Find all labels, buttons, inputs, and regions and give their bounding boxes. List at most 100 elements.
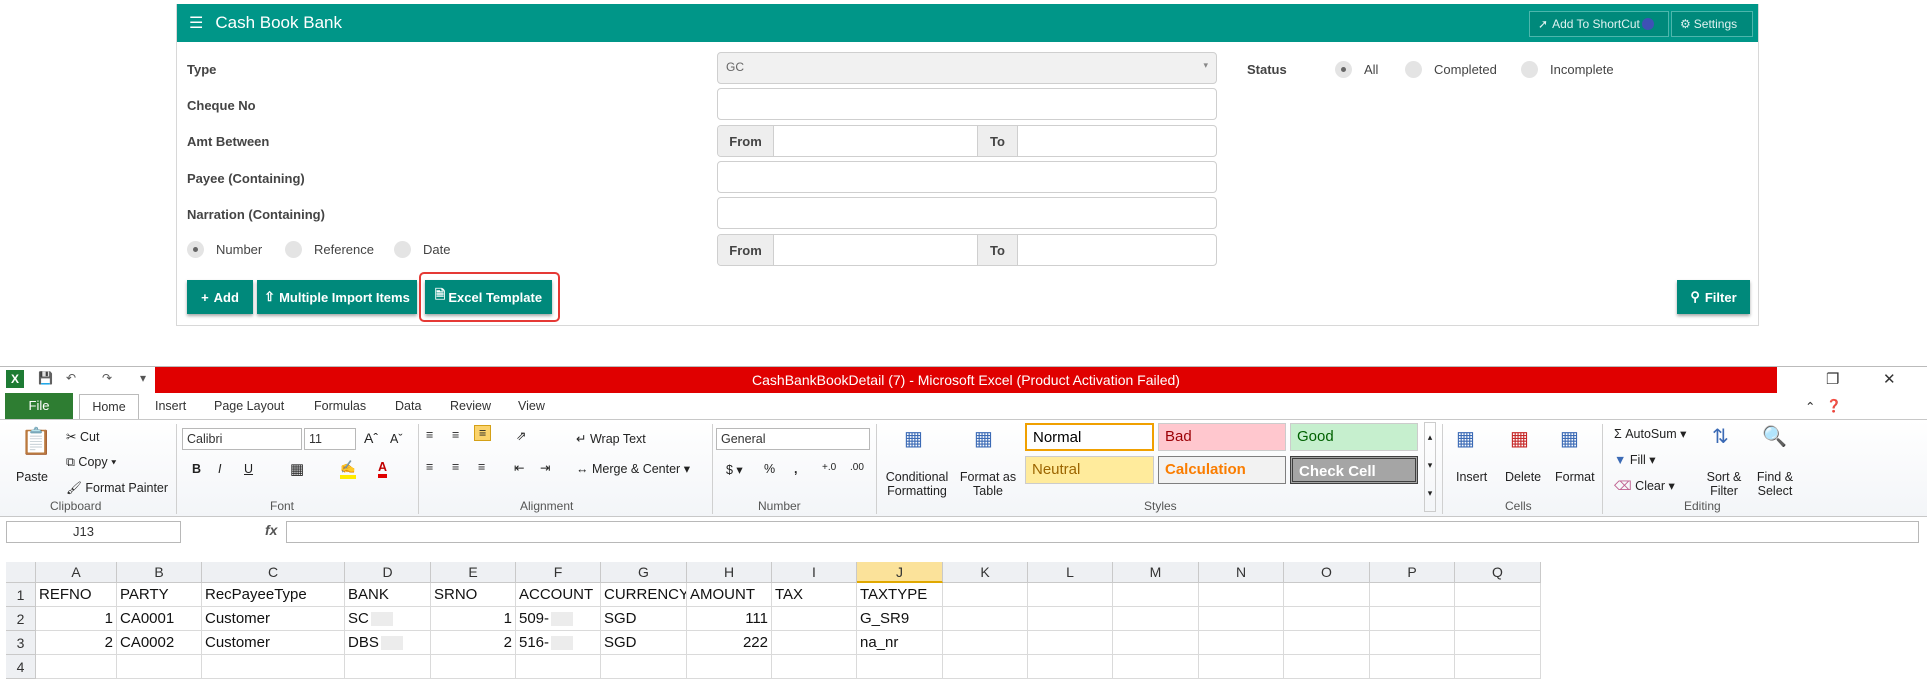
radio-date[interactable]: Date: [394, 241, 450, 258]
cell-E3[interactable]: 2: [431, 631, 516, 655]
cell-L3[interactable]: [1028, 631, 1113, 655]
bold-button[interactable]: B: [192, 462, 201, 476]
conditional-formatting-button[interactable]: Conditional Formatting: [884, 470, 950, 498]
style-check-cell[interactable]: Check Cell: [1290, 456, 1418, 484]
cell-E1[interactable]: SRNO: [431, 583, 516, 607]
align-top-icon[interactable]: ≡: [426, 428, 433, 442]
radio-reference[interactable]: Reference: [285, 241, 374, 258]
insert-button[interactable]: Insert: [1456, 470, 1487, 484]
cell-F3[interactable]: 516-: [516, 631, 601, 655]
style-good[interactable]: Good: [1290, 423, 1418, 451]
wrap-text-button[interactable]: ↵ Wrap Text: [576, 431, 646, 446]
orientation-icon[interactable]: ⇗: [516, 428, 526, 443]
help-icon[interactable]: ❓: [1826, 399, 1842, 414]
cell-M4[interactable]: [1113, 655, 1199, 679]
currency-icon[interactable]: $ ▾: [726, 462, 743, 477]
cell-Q4[interactable]: [1455, 655, 1541, 679]
copy-button[interactable]: ⧉ Copy ▾: [66, 455, 116, 470]
customize-qat-icon[interactable]: ▾: [140, 371, 146, 385]
cut-button[interactable]: ✂ Cut: [66, 429, 99, 444]
column-header-h[interactable]: H: [687, 562, 772, 583]
style-neutral[interactable]: Neutral: [1025, 456, 1154, 484]
cell-J3[interactable]: na_nr: [857, 631, 943, 655]
cell-N1[interactable]: [1199, 583, 1284, 607]
cell-M3[interactable]: [1113, 631, 1199, 655]
clear-button[interactable]: ⌫ Clear ▾: [1614, 478, 1675, 493]
font-size-select[interactable]: 11: [304, 428, 356, 450]
column-header-p[interactable]: P: [1370, 562, 1455, 583]
radio-number[interactable]: Number: [187, 241, 262, 258]
cell-D1[interactable]: BANK: [345, 583, 431, 607]
cell-J1[interactable]: TAXTYPE: [857, 583, 943, 607]
find-select-button[interactable]: Find & Select: [1750, 470, 1800, 498]
column-header-c[interactable]: C: [202, 562, 345, 583]
payee-input[interactable]: [717, 161, 1217, 193]
fill-color-icon[interactable]: ✍: [340, 460, 356, 479]
autosum-button[interactable]: Σ AutoSum ▾: [1614, 426, 1686, 441]
cell-H1[interactable]: AMOUNT: [687, 583, 772, 607]
cell-C4[interactable]: [202, 655, 345, 679]
range-from-input[interactable]: [774, 235, 978, 265]
hamburger-menu-icon[interactable]: ☰: [189, 13, 203, 33]
cell-K4[interactable]: [943, 655, 1028, 679]
cell-D3[interactable]: DBS: [345, 631, 431, 655]
align-middle-icon[interactable]: ≡: [452, 428, 459, 442]
amount-to-input[interactable]: [1018, 126, 1216, 156]
cell-G3[interactable]: SGD: [601, 631, 687, 655]
cell-K1[interactable]: [943, 583, 1028, 607]
column-header-j[interactable]: J: [857, 562, 943, 583]
column-header-l[interactable]: L: [1028, 562, 1113, 583]
cell-N2[interactable]: [1199, 607, 1284, 631]
column-header-o[interactable]: O: [1284, 562, 1370, 583]
cell-J4[interactable]: [857, 655, 943, 679]
style-normal[interactable]: Normal: [1025, 423, 1154, 451]
format-as-table-button[interactable]: Format as Table: [956, 470, 1020, 498]
increase-indent-icon[interactable]: ⇥: [540, 460, 550, 475]
cell-C3[interactable]: Customer: [202, 631, 345, 655]
column-header-d[interactable]: D: [345, 562, 431, 583]
cell-A2[interactable]: 1: [36, 607, 117, 631]
cell-F1[interactable]: ACCOUNT: [516, 583, 601, 607]
cell-I4[interactable]: [772, 655, 857, 679]
cell-P2[interactable]: [1370, 607, 1455, 631]
tab-view[interactable]: View: [518, 399, 545, 413]
cell-G1[interactable]: CURRENCY: [601, 583, 687, 607]
cell-C1[interactable]: RecPayeeType: [202, 583, 345, 607]
restore-icon[interactable]: ❐: [1826, 370, 1839, 388]
align-bottom-icon[interactable]: ≡: [474, 425, 492, 441]
shrink-font-icon[interactable]: Aˇ: [390, 432, 403, 446]
decrease-indent-icon[interactable]: ⇤: [514, 460, 524, 475]
cell-Q1[interactable]: [1455, 583, 1541, 607]
narration-input[interactable]: [717, 197, 1217, 229]
italic-button[interactable]: I: [218, 462, 221, 476]
column-header-q[interactable]: Q: [1455, 562, 1541, 583]
cell-I2[interactable]: [772, 607, 857, 631]
column-header-f[interactable]: F: [516, 562, 601, 583]
cell-N3[interactable]: [1199, 631, 1284, 655]
align-center-icon[interactable]: ≡: [452, 460, 459, 474]
paste-icon[interactable]: 📋: [20, 426, 52, 457]
amount-from-input[interactable]: [774, 126, 978, 156]
increase-decimal-icon[interactable]: +.0: [822, 462, 836, 473]
row-header-4[interactable]: 4: [6, 655, 36, 679]
cell-H3[interactable]: 222: [687, 631, 772, 655]
style-calculation[interactable]: Calculation: [1158, 456, 1286, 484]
cell-L1[interactable]: [1028, 583, 1113, 607]
cell-L4[interactable]: [1028, 655, 1113, 679]
formula-input[interactable]: [286, 521, 1919, 543]
cell-M1[interactable]: [1113, 583, 1199, 607]
cell-P1[interactable]: [1370, 583, 1455, 607]
style-bad[interactable]: Bad: [1158, 423, 1286, 451]
cell-O4[interactable]: [1284, 655, 1370, 679]
decrease-decimal-icon[interactable]: .00: [850, 462, 864, 473]
font-name-select[interactable]: Calibri: [182, 428, 302, 450]
function-icon[interactable]: fx: [265, 522, 277, 538]
cell-L2[interactable]: [1028, 607, 1113, 631]
delete-button[interactable]: Delete: [1505, 470, 1541, 484]
format-button[interactable]: Format: [1555, 470, 1595, 484]
cell-Q3[interactable]: [1455, 631, 1541, 655]
close-icon[interactable]: ✕: [1883, 370, 1896, 388]
paste-button[interactable]: Paste: [16, 470, 48, 484]
font-color-icon[interactable]: A: [378, 460, 388, 478]
column-header-e[interactable]: E: [431, 562, 516, 583]
